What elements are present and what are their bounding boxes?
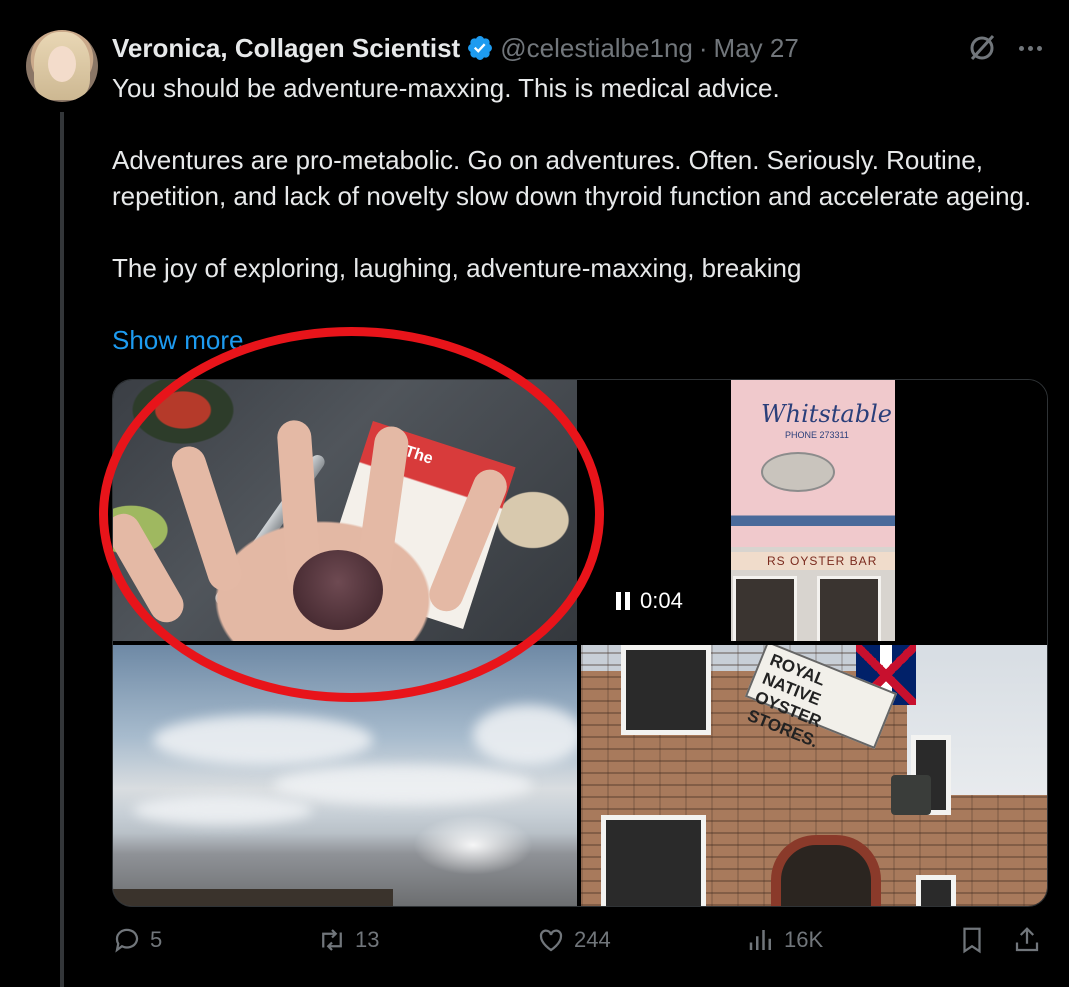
views-count: 16K [784,927,824,952]
reply-count: 5 [150,927,163,952]
avatar[interactable] [26,30,98,102]
photo-beach-sky[interactable] [113,645,577,906]
repost-button[interactable]: 13 [317,925,379,955]
photo-octopus-hand[interactable]: The [113,380,577,641]
video-tile[interactable]: Whitstable PHONE 273311 RS OYSTER BAR 0:… [581,380,1047,641]
header-separator: · [698,32,708,63]
whitstable-sign: Whitstable [761,400,892,428]
baby-octopus [293,550,383,630]
author-handle[interactable]: @celestialbe1ng [500,33,693,64]
video-timestamp: 0:04 [640,588,683,613]
like-count: 244 [574,927,611,952]
photo-oyster-stores[interactable]: ROYAL NATIVE OYSTER STORES. [581,645,1047,906]
tweet-actions: 5 13 244 16K [112,925,1046,965]
phone-sign: PHONE 273311 [785,430,849,440]
tweet-date[interactable]: May 27 [714,33,799,64]
reply-icon [115,928,139,953]
bookmark-button[interactable] [957,925,987,955]
pause-icon[interactable] [616,592,630,610]
video-controls[interactable]: 0:04 [616,588,683,614]
sun-glare [413,815,533,875]
thread-line [60,112,64,987]
reply-button[interactable]: 5 [112,925,162,955]
tweet-body: You should be adventure-maxxing. This is… [112,70,1042,286]
heart-icon [539,929,563,952]
avatar-face [48,46,76,82]
more-options-icon[interactable] [1014,34,1046,62]
doorway-arch [771,835,881,906]
oyster-bar-sign: RS OYSTER BAR [731,552,895,570]
groynes [113,882,393,906]
tweet-paragraph-2: Adventures are pro-metabolic. Go on adve… [112,145,1032,211]
street-lamp [891,775,931,815]
show-more-link[interactable]: Show more [112,322,244,358]
repost-icon [322,929,342,951]
repost-count: 13 [355,927,380,952]
share-button[interactable] [1012,925,1042,955]
bookmark-icon [963,927,981,954]
share-icon [1015,927,1039,952]
verified-badge-icon[interactable] [466,34,494,62]
tweet-header: Veronica, Collagen Scientist @celestialb… [112,30,799,66]
video-frame: Whitstable PHONE 273311 RS OYSTER BAR [731,380,895,641]
views-icon [749,930,771,950]
like-button[interactable]: 244 [536,925,611,955]
media-grid: The Whitstable PHONE 273311 RS OYSTER BA… [112,379,1048,907]
views-button[interactable]: 16K [746,925,823,955]
tweet-paragraph-3: The joy of exploring, laughing, adventur… [112,253,802,283]
author-name[interactable]: Veronica, Collagen Scientist [112,33,460,64]
tweet-line-1: You should be adventure-maxxing. This is… [112,73,780,103]
grok-icon[interactable] [966,32,998,64]
oyster-painting [761,452,835,492]
